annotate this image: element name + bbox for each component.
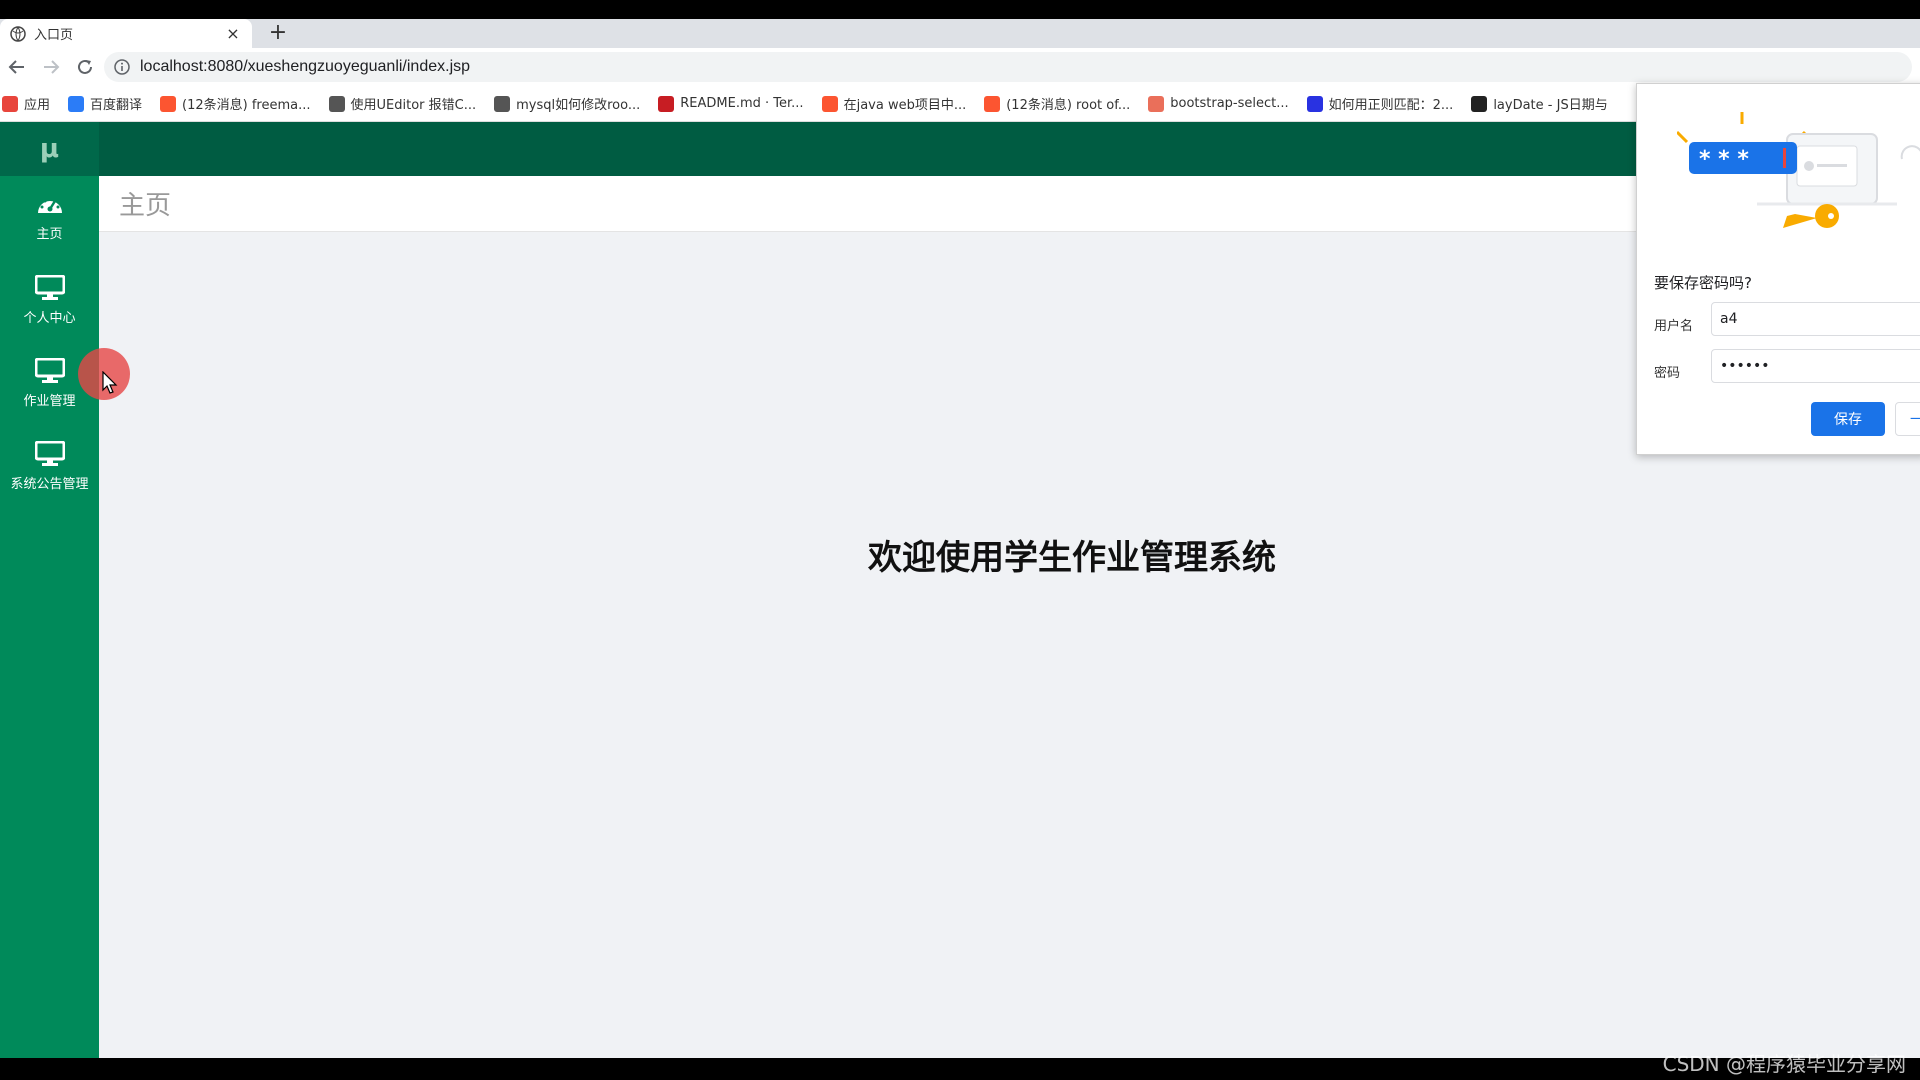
monitor-icon <box>34 441 65 466</box>
globe-icon <box>10 25 26 42</box>
bookmark-label: layDate - JS日期与 <box>1493 98 1608 113</box>
address-url[interactable]: localhost:8080/xueshengzuoyeguanli/index… <box>140 58 470 76</box>
username-field[interactable]: a4 <box>1711 302 1920 336</box>
bookmark-label: 应用 <box>24 98 51 113</box>
reload-button[interactable] <box>68 50 102 84</box>
bookmarks-bar: 应用 百度翻译 (12条消息) freema... 使用UEditor 报错C... m… <box>0 86 1920 122</box>
never-save-button[interactable]: 一 <box>1895 402 1920 436</box>
bookmark-item[interactable]: layDate - JS日期与 <box>1471 94 1608 113</box>
forward-arrow-icon <box>44 60 60 74</box>
password-value: •••••• <box>1720 358 1770 374</box>
sidebar-item-personal-center[interactable]: 个人中心 <box>0 259 99 342</box>
sidebar-item-label: 主页 <box>36 227 63 242</box>
bookmark-label: 在java web项目中... <box>843 98 967 113</box>
bookmark-item[interactable]: bootstrap-select... <box>1148 95 1289 112</box>
app-container: μ 主页 个人中心 作业管理 系统公告管理 主页 欢迎使用学生作业管理系统 <box>0 122 1920 1058</box>
jianshu-icon <box>1148 95 1165 112</box>
dashboard-icon <box>37 197 62 213</box>
bookmark-label: mysql如何修改roo... <box>516 98 641 113</box>
sidebar-item-announcement-management[interactable]: 系统公告管理 <box>0 425 99 508</box>
csdn-icon <box>160 95 177 112</box>
address-bar[interactable]: localhost:8080/xueshengzuoyeguanli/index… <box>104 52 1912 82</box>
bookmark-label: 如何用正则匹配：2... <box>1328 98 1454 113</box>
back-arrow-icon <box>8 60 24 74</box>
csdn-icon <box>984 95 1001 112</box>
browser-tab[interactable]: 入口页 × <box>0 19 252 48</box>
apps-grid-icon <box>2 95 18 112</box>
password-label: 密码 <box>1654 366 1681 381</box>
app-logo[interactable]: μ <box>0 122 99 176</box>
new-tab-button[interactable]: + <box>266 21 290 45</box>
browser-tabstrip: 入口页 × + <box>0 19 1920 48</box>
bookmark-label: (12条消息) freema... <box>182 98 311 113</box>
save-password-dialog: * * * 要保存密码吗? 用户名 a4 密码 •••••• 保存 一 <box>1636 83 1920 455</box>
csdn-icon <box>821 95 838 112</box>
bookmark-item[interactable]: 如何用正则匹配：2... <box>1306 94 1454 113</box>
bookmark-item[interactable]: 应用 <box>2 94 50 113</box>
save-password-question: 要保存密码吗? <box>1654 274 1752 292</box>
bookmark-label: bootstrap-select... <box>1170 96 1289 111</box>
forward-button[interactable] <box>34 50 68 84</box>
bookmark-label: 使用UEditor 报错C... <box>350 98 477 113</box>
sidebar-item-home[interactable]: 主页 <box>0 176 99 259</box>
bookmark-item[interactable]: README.md · Ter... <box>658 95 804 112</box>
svg-text:* * *: * * * <box>1699 147 1749 172</box>
link-icon <box>494 95 511 112</box>
sidebar-item-label: 个人中心 <box>23 311 76 326</box>
password-key-illustration-icon: * * * <box>1677 112 1920 228</box>
tab-title: 入口页 <box>34 28 74 43</box>
sidebar: μ 主页 个人中心 作业管理 系统公告管理 <box>0 122 99 1058</box>
welcome-container: 欢迎使用学生作业管理系统 <box>99 530 1920 579</box>
username-label: 用户名 <box>1654 319 1694 334</box>
browser-toolbar: localhost:8080/xueshengzuoyeguanli/index… <box>0 48 1920 86</box>
watermark: CSDN @程序猿毕业分享网 <box>1662 1052 1906 1076</box>
welcome-heading: 欢迎使用学生作业管理系统 <box>868 538 1276 578</box>
bookmark-item[interactable]: 在java web项目中... <box>821 94 967 113</box>
password-field[interactable]: •••••• <box>1711 349 1920 383</box>
bookmark-item[interactable]: 使用UEditor 报错C... <box>328 94 477 113</box>
link-icon <box>328 95 345 112</box>
tab-close-icon[interactable]: × <box>224 24 242 43</box>
bookmark-label: README.md · Ter... <box>680 96 804 111</box>
gitee-icon <box>658 95 675 112</box>
mouse-cursor-icon <box>102 371 118 394</box>
monitor-icon <box>34 358 65 383</box>
save-password-button[interactable]: 保存 <box>1811 402 1885 436</box>
bookmark-label: 百度翻译 <box>90 98 143 113</box>
bookmark-item[interactable]: mysql如何修改roo... <box>494 94 640 113</box>
baidu-translate-icon <box>68 95 85 112</box>
bookmark-item[interactable]: (12条消息) root of... <box>984 94 1130 113</box>
back-button[interactable] <box>0 50 34 84</box>
page-title: 主页 <box>119 191 172 221</box>
baidu-paw-icon <box>1306 95 1323 112</box>
bookmark-item[interactable]: 百度翻译 <box>68 94 142 113</box>
sidebar-item-label: 作业管理 <box>23 394 76 409</box>
info-icon[interactable] <box>114 59 130 75</box>
bookmark-label: (12条消息) root of... <box>1006 98 1131 113</box>
bookmark-item[interactable]: (12条消息) freema... <box>160 94 311 113</box>
monitor-icon <box>34 275 65 300</box>
reload-icon <box>78 59 92 74</box>
laydate-icon <box>1471 95 1488 112</box>
sidebar-item-label: 系统公告管理 <box>10 477 89 492</box>
